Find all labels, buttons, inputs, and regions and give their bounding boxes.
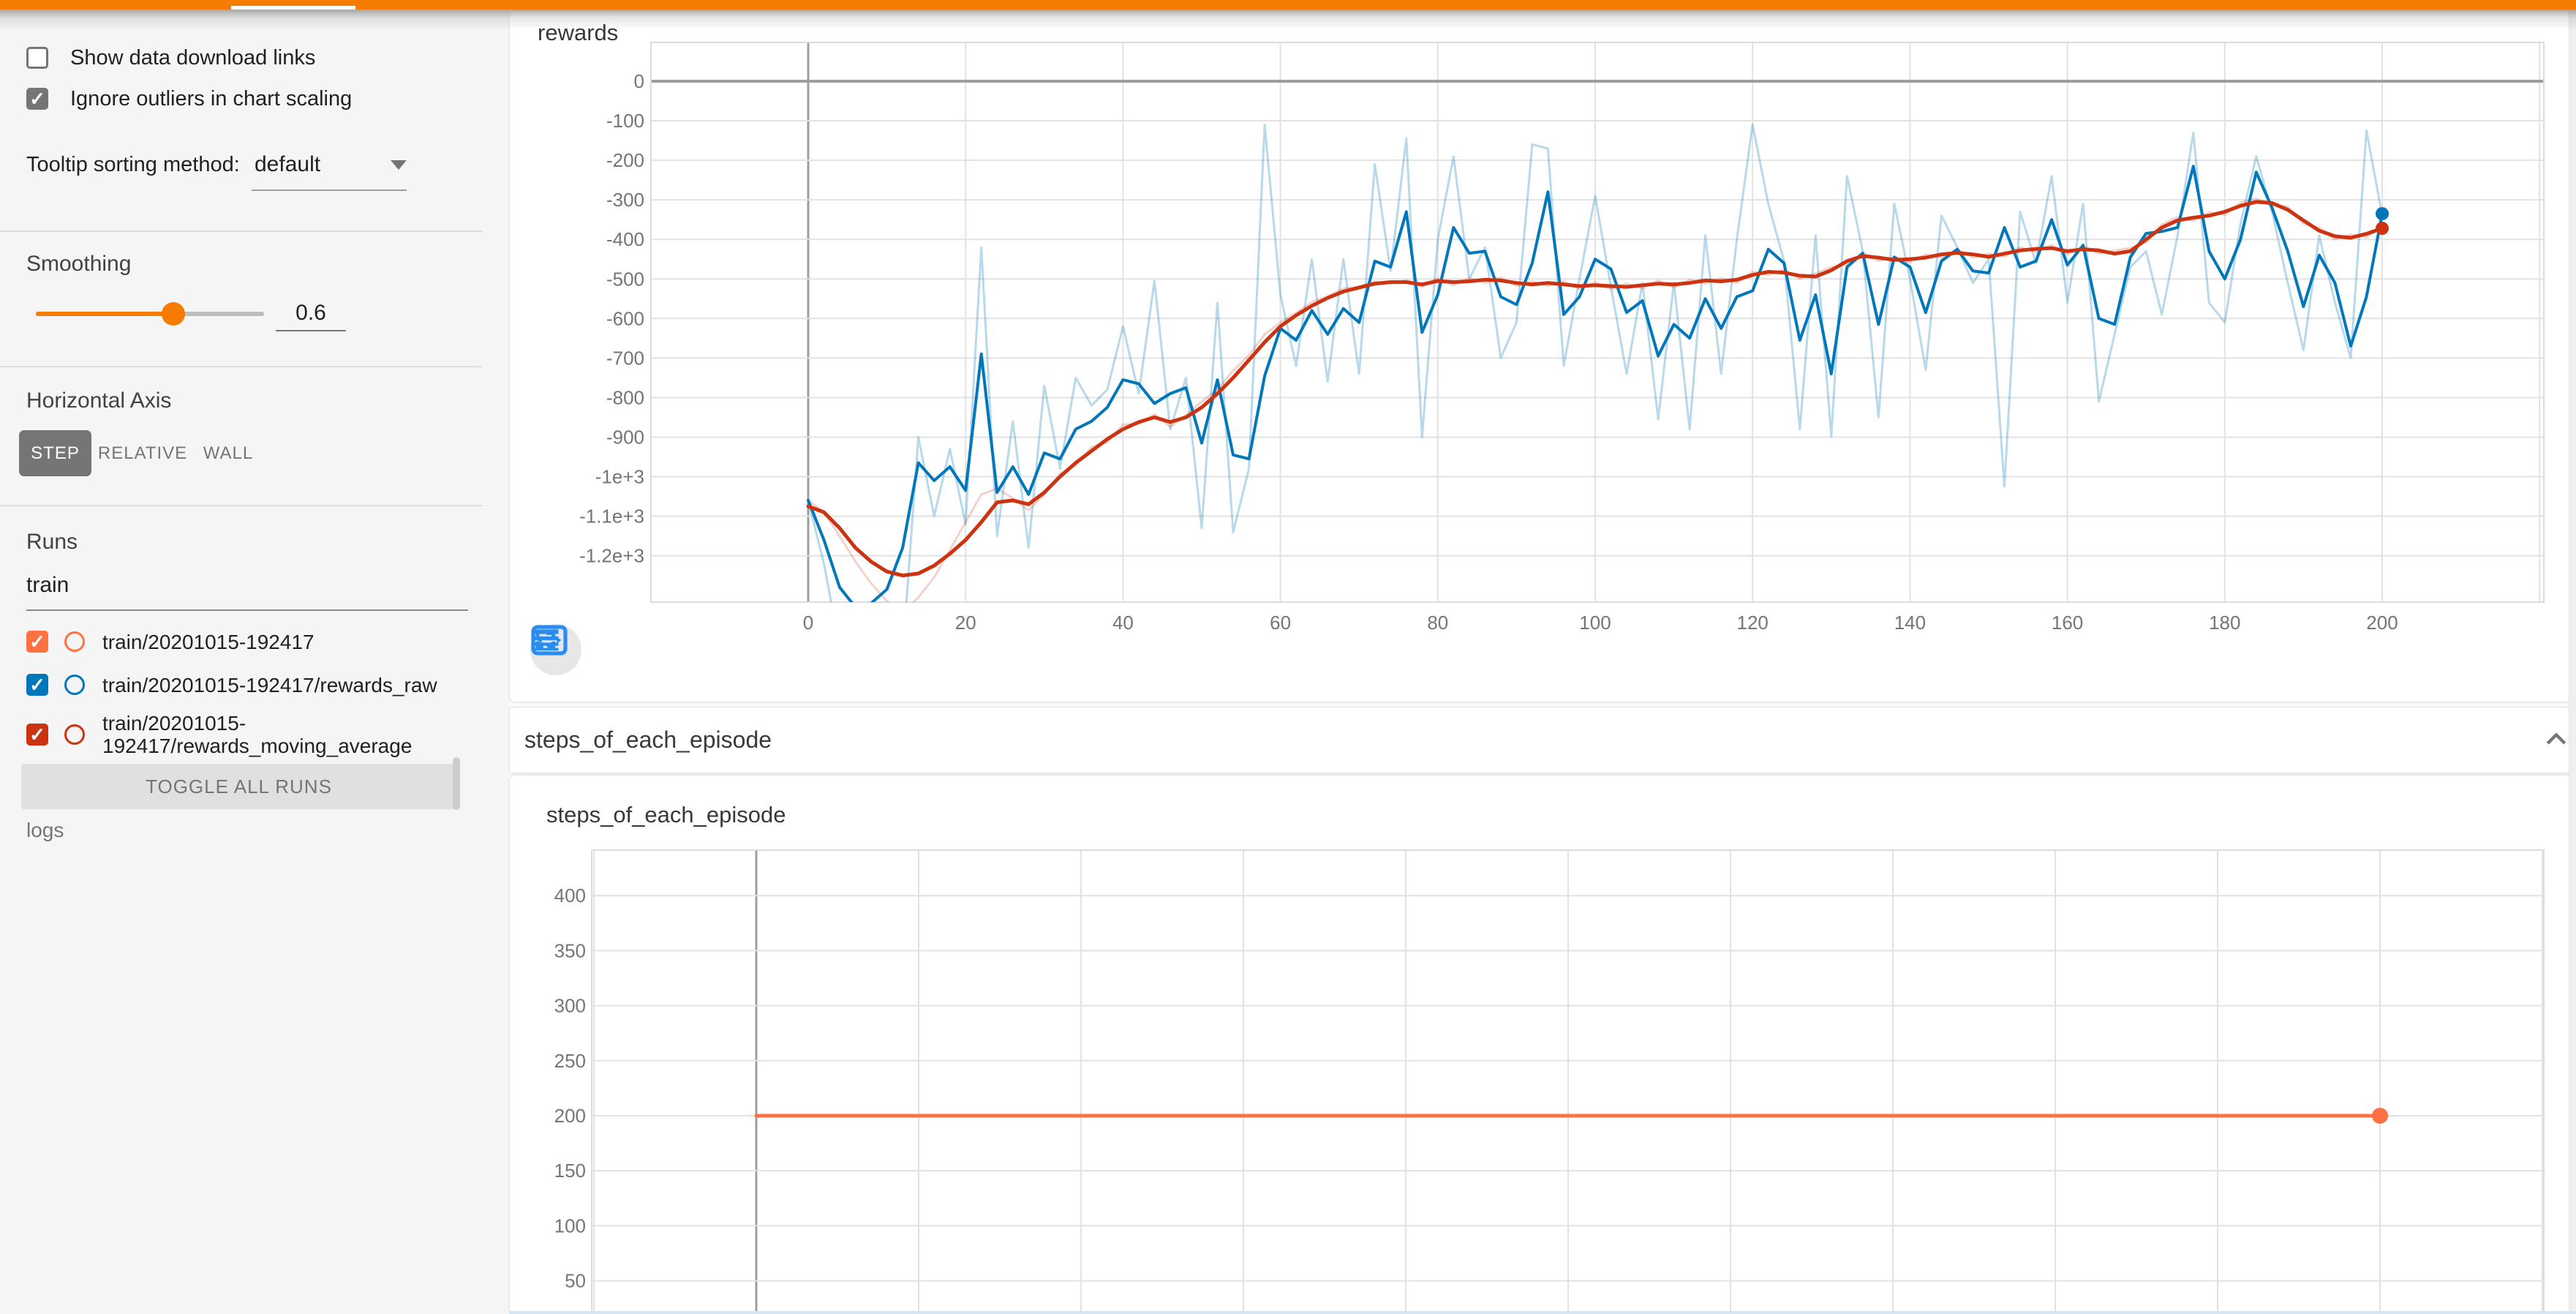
smoothing-value-input[interactable]: 0.6 [276, 298, 346, 331]
svg-text:-300: -300 [606, 189, 644, 211]
run-filter-underline [26, 609, 468, 611]
svg-text:80: 80 [1427, 612, 1448, 634]
page-scrollbar[interactable] [2569, 10, 2576, 1314]
svg-text:-100: -100 [606, 110, 644, 132]
svg-text:-400: -400 [606, 228, 644, 250]
section-title: steps_of_each_episode [524, 707, 772, 773]
run-checkbox-rewards-raw[interactable] [26, 674, 48, 696]
dropdown-underline [252, 189, 407, 191]
smoothing-slider-fill [36, 312, 173, 316]
horizontal-axis-section: Horizontal Axis [26, 388, 171, 414]
svg-text:0: 0 [634, 70, 644, 92]
steps-chart[interactable]: 400 350 300 250 200 150 100 50 [510, 776, 2572, 1314]
smoothing-section: Smoothing [26, 251, 131, 277]
tooltip-sort-value: default [255, 152, 391, 177]
svg-text:-700: -700 [606, 347, 644, 369]
svg-text:160: 160 [2052, 612, 2083, 634]
svg-text:140: 140 [1894, 612, 1926, 634]
run-checkbox-train[interactable] [26, 631, 48, 653]
steps-chart-card: steps_of_each_episode 400350300250200150… [509, 775, 2573, 1314]
logdir-label: logs [26, 819, 64, 842]
run-radio-rewards-moving-average[interactable] [64, 724, 85, 745]
svg-text:350: 350 [554, 939, 586, 961]
run-row[interactable]: train/20201015-192417/rewards_raw [26, 672, 468, 697]
runs-list-scrollbar[interactable] [453, 757, 460, 810]
divider [0, 230, 483, 232]
svg-text:-900: -900 [606, 426, 644, 448]
svg-text:-500: -500 [606, 268, 644, 290]
runs-title: Runs [26, 530, 78, 555]
steps-section-header[interactable]: steps_of_each_episode [509, 707, 2573, 773]
run-label: train/20201015-192417/rewards_raw [102, 674, 468, 697]
show-download-links-label: Show data download links [70, 46, 315, 70]
svg-text:180: 180 [2209, 612, 2240, 634]
ignore-outliers-checkbox[interactable] [26, 88, 48, 110]
log-scale-button[interactable] [590, 624, 641, 675]
smoothing-slider-thumb[interactable] [162, 302, 185, 326]
rewards-chart[interactable]: 0 20 40 60 80 100 120 140 160 180 200 0 -100 -200 -300… [510, 11, 2572, 702]
show-download-links-checkbox[interactable] [26, 47, 48, 69]
ignore-outliers-label: Ignore outliers in chart scaling [70, 87, 352, 111]
svg-text:-600: -600 [606, 307, 644, 329]
runs-section: Runs [26, 529, 78, 555]
divider [0, 366, 483, 367]
horizontal-axis-label: Horizontal Axis [26, 388, 171, 413]
run-radio-train[interactable] [64, 631, 85, 652]
tooltip-sort-label: Tooltip sorting method: [26, 153, 240, 177]
dropdown-arrow-icon [391, 160, 407, 170]
svg-text:100: 100 [1579, 612, 1611, 634]
svg-text:150: 150 [554, 1160, 586, 1182]
run-row[interactable]: train/20201015-192417 [26, 629, 468, 654]
svg-text:400: 400 [554, 885, 586, 906]
divider [0, 505, 483, 506]
haxis-wall-button[interactable]: WALL [203, 430, 254, 476]
svg-text:-1.1e+3: -1.1e+3 [579, 506, 644, 528]
run-label: train/20201015-192417/rewards_moving_ave… [102, 712, 468, 757]
svg-text:120: 120 [1737, 612, 1769, 634]
svg-text:60: 60 [1270, 612, 1291, 634]
smoothing-label: Smoothing [26, 252, 131, 277]
toggle-all-runs-button[interactable]: TOGGLE ALL RUNS [21, 764, 456, 809]
show-download-links-row[interactable]: Show data download links [26, 47, 315, 69]
fit-domain-button[interactable] [650, 624, 701, 675]
tensorboard-app: Show data download links Ignore outliers… [0, 0, 2576, 1314]
svg-text:-1e+3: -1e+3 [595, 466, 644, 488]
svg-text:0: 0 [803, 612, 813, 634]
svg-text:50: 50 [565, 1270, 586, 1292]
ignore-outliers-row[interactable]: Ignore outliers in chart scaling [26, 88, 352, 110]
svg-text:40: 40 [1112, 612, 1134, 634]
svg-text:300: 300 [554, 995, 586, 1017]
haxis-step-button[interactable]: STEP [19, 430, 91, 476]
svg-text:250: 250 [554, 1050, 586, 1072]
tooltip-sort-dropdown[interactable]: default [255, 149, 407, 181]
chart-toolbar [530, 624, 710, 675]
run-radio-rewards-raw[interactable] [64, 675, 85, 695]
haxis-relative-button[interactable]: RELATIVE [110, 430, 176, 476]
sidebar: Show data download links Ignore outliers… [0, 10, 509, 1314]
run-filter-input[interactable]: train [26, 573, 69, 598]
run-row[interactable]: train/20201015-192417/rewards_moving_ave… [26, 710, 468, 759]
tooltip-sort-row: Tooltip sorting method: [26, 149, 240, 181]
app-header-bar [0, 0, 2576, 10]
rewards-chart-card: rewards 0204060801001201401601802000-100… [509, 10, 2573, 702]
svg-text:200: 200 [2366, 612, 2398, 634]
svg-text:-800: -800 [606, 386, 644, 408]
fit-domain-icon [530, 624, 568, 656]
run-checkbox-rewards-moving-average[interactable] [26, 724, 48, 746]
svg-text:20: 20 [955, 612, 976, 634]
run-label: train/20201015-192417 [102, 631, 468, 653]
svg-text:200: 200 [554, 1105, 586, 1127]
svg-text:-1.2e+3: -1.2e+3 [579, 545, 644, 567]
svg-text:100: 100 [554, 1214, 586, 1236]
svg-text:-200: -200 [606, 149, 644, 171]
